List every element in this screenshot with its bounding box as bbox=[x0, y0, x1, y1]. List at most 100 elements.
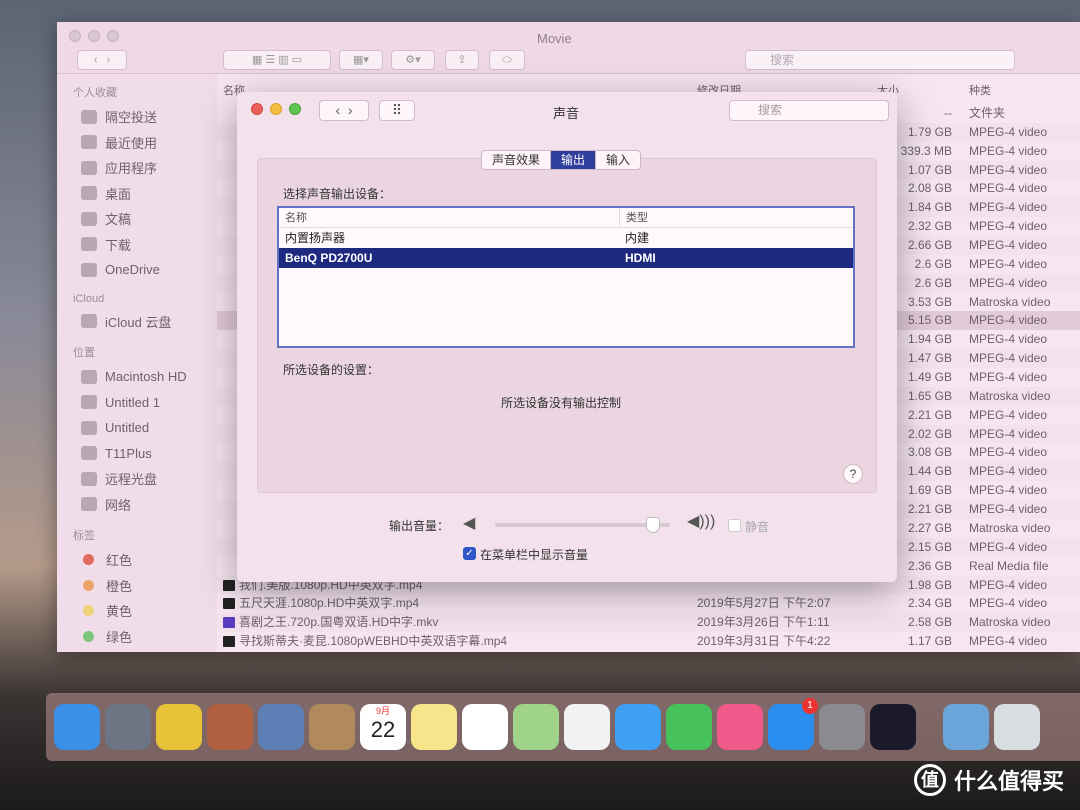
file-size: 1.84 GB bbox=[907, 200, 952, 215]
sidebar-item-label: 桌面 bbox=[105, 186, 132, 202]
search-input[interactable]: 搜索 bbox=[729, 100, 889, 121]
tab-input[interactable]: 输入 bbox=[596, 151, 640, 169]
reminders-icon[interactable] bbox=[462, 704, 508, 750]
facetime-icon[interactable] bbox=[666, 704, 712, 750]
file-date: 2019年3月26日 下午1:11 bbox=[697, 615, 830, 630]
sidebar-item[interactable]: Untitled 1 bbox=[57, 390, 217, 416]
file-size: 2.6 GB bbox=[914, 275, 952, 290]
file-row[interactable]: 喜剧之王.720p.国粤双语.HD中字.mkv 2019年3月26日 下午1:11… bbox=[217, 613, 1080, 633]
file-kind: MPEG-4 video bbox=[969, 407, 1048, 422]
group-button[interactable]: ▦▾ bbox=[339, 50, 383, 70]
file-size: 2.15 GB bbox=[907, 539, 952, 554]
sidebar-item[interactable]: OneDrive bbox=[57, 257, 217, 283]
col-type[interactable]: 类型 bbox=[619, 208, 648, 228]
file-size: -- bbox=[944, 106, 952, 120]
search-input[interactable]: 搜索 bbox=[745, 50, 1015, 70]
itunes-icon[interactable] bbox=[717, 704, 763, 750]
downloads-icon[interactable] bbox=[943, 704, 989, 750]
column-kind[interactable]: 种类 bbox=[969, 82, 991, 98]
sidebar-item[interactable]: 橙色 bbox=[57, 573, 217, 599]
volume-slider-knob[interactable] bbox=[645, 517, 660, 533]
device-name: 内置扬声器 bbox=[285, 231, 346, 245]
launchpad-icon[interactable] bbox=[105, 704, 151, 750]
file-size: 2.32 GB bbox=[907, 219, 952, 234]
tab-bar: 声音效果 输出 输入 bbox=[481, 150, 642, 170]
app-store-icon[interactable]: 1 bbox=[768, 698, 818, 750]
file-size: 1.69 GB bbox=[907, 483, 952, 498]
tag-icon[interactable]: ⬭ bbox=[489, 50, 525, 70]
zoom-button[interactable] bbox=[289, 103, 301, 115]
sidebar-item[interactable]: 红色 bbox=[57, 547, 217, 573]
back-forward-button[interactable]: ‹ › bbox=[77, 50, 127, 70]
no-controls-text: 所选设备没有输出控制 bbox=[501, 396, 622, 410]
sidebar-item[interactable]: Untitled bbox=[57, 415, 217, 441]
watermark: 值什么值得买 bbox=[913, 764, 1064, 796]
quicktime-icon[interactable] bbox=[870, 704, 916, 750]
file-size: 5.15 GB bbox=[907, 313, 952, 328]
sidebar-item[interactable]: 隔空投送 bbox=[57, 104, 217, 130]
back-forward-button[interactable]: ‹ › bbox=[319, 100, 369, 121]
messages-icon[interactable] bbox=[615, 704, 661, 750]
sidebar-item[interactable]: Macintosh HD bbox=[57, 364, 217, 390]
sidebar-item[interactable]: 远程光盘 bbox=[57, 466, 217, 492]
sidebar-item[interactable]: 黄色 bbox=[57, 598, 217, 624]
sidebar-section-header: 个人收藏 bbox=[73, 87, 117, 99]
window-controls bbox=[69, 30, 119, 42]
minimize-button[interactable] bbox=[88, 30, 100, 42]
sidebar-item[interactable]: T11Plus bbox=[57, 441, 217, 467]
sidebar-item-label: 红色 bbox=[106, 553, 133, 569]
file-size: 3.53 GB bbox=[907, 294, 952, 309]
file-kind: MPEG-4 video bbox=[969, 313, 1048, 328]
zoom-button[interactable] bbox=[107, 30, 119, 42]
view-mode-buttons[interactable]: ▦ ☰ ▥ ▭ bbox=[223, 50, 331, 70]
preview-icon[interactable] bbox=[258, 704, 304, 750]
file-size: 2.21 GB bbox=[907, 407, 952, 422]
file-row[interactable]: 寻找斯蒂夫·麦昆.1080pWEBHD中英双语字幕.mp4 2019年3月31日 … bbox=[217, 632, 1080, 651]
action-gear-icon[interactable]: ⚙▾ bbox=[391, 50, 435, 70]
show-all-grid-icon[interactable]: ⠿ bbox=[379, 100, 415, 121]
file-kind: MPEG-4 video bbox=[969, 634, 1048, 649]
video-file-icon bbox=[223, 636, 235, 648]
calculator-icon[interactable] bbox=[207, 704, 253, 750]
sidebar-item[interactable]: 文稿 bbox=[57, 206, 217, 232]
chrome-icon[interactable] bbox=[156, 704, 202, 750]
sidebar-item[interactable]: 下载 bbox=[57, 232, 217, 258]
help-button[interactable]: ? bbox=[843, 464, 863, 484]
file-name: 寻找斯蒂夫·麦昆.1080pWEBHD中英双语字幕.mp4 bbox=[239, 634, 508, 649]
col-name[interactable]: 名称 bbox=[285, 208, 307, 228]
trash-icon[interactable] bbox=[994, 704, 1040, 750]
calendar-icon[interactable]: 9月 22 bbox=[360, 704, 406, 750]
folder-icon bbox=[81, 262, 97, 277]
sidebar: 个人收藏 隔空投送 最近使用 应用程序 桌面 文稿 下载 OneDrive iCloud iClo… bbox=[57, 74, 217, 652]
photos-icon[interactable] bbox=[564, 704, 610, 750]
window-title: 声音 bbox=[553, 106, 580, 121]
system-preferences-icon[interactable] bbox=[819, 704, 865, 750]
close-button[interactable] bbox=[251, 103, 263, 115]
file-name: 喜剧之王.720p.国粤双语.HD中字.mkv bbox=[239, 615, 439, 630]
share-icon[interactable]: ⇪ bbox=[445, 50, 479, 70]
notes-icon[interactable] bbox=[411, 704, 457, 750]
tab-output[interactable]: 输出 bbox=[551, 151, 597, 169]
sidebar-item[interactable]: 应用程序 bbox=[57, 155, 217, 181]
sidebar-item[interactable]: iCloud 云盘 bbox=[57, 309, 217, 335]
close-button[interactable] bbox=[69, 30, 81, 42]
sidebar-item[interactable]: 网络 bbox=[57, 492, 217, 518]
volume-slider[interactable] bbox=[495, 517, 670, 533]
contacts-icon[interactable] bbox=[309, 704, 355, 750]
mute-checkbox[interactable] bbox=[728, 519, 741, 532]
file-kind: MPEG-4 video bbox=[969, 596, 1048, 611]
window-controls bbox=[251, 103, 301, 115]
table-row-selected[interactable]: BenQ PD2700U HDMI bbox=[279, 248, 853, 268]
maps-icon[interactable] bbox=[513, 704, 559, 750]
minimize-button[interactable] bbox=[270, 103, 282, 115]
table-row[interactable]: 内置扬声器 内建 bbox=[279, 228, 853, 248]
show-in-menubar-checkbox[interactable]: ✓ bbox=[463, 547, 476, 560]
file-kind: 文件夹 bbox=[969, 106, 1006, 120]
sidebar-item-label: 橙色 bbox=[106, 578, 133, 594]
tab-sound-effects[interactable]: 声音效果 bbox=[482, 151, 552, 169]
sidebar-item[interactable]: 最近使用 bbox=[57, 130, 217, 156]
finder-icon[interactable] bbox=[54, 704, 100, 750]
file-row[interactable]: 五尺天涯.1080p.HD中英双字.mp4 2019年5月27日 下午2:07 2.… bbox=[217, 594, 1080, 613]
sidebar-item[interactable]: 桌面 bbox=[57, 181, 217, 207]
sidebar-item[interactable]: 绿色 bbox=[57, 624, 217, 650]
